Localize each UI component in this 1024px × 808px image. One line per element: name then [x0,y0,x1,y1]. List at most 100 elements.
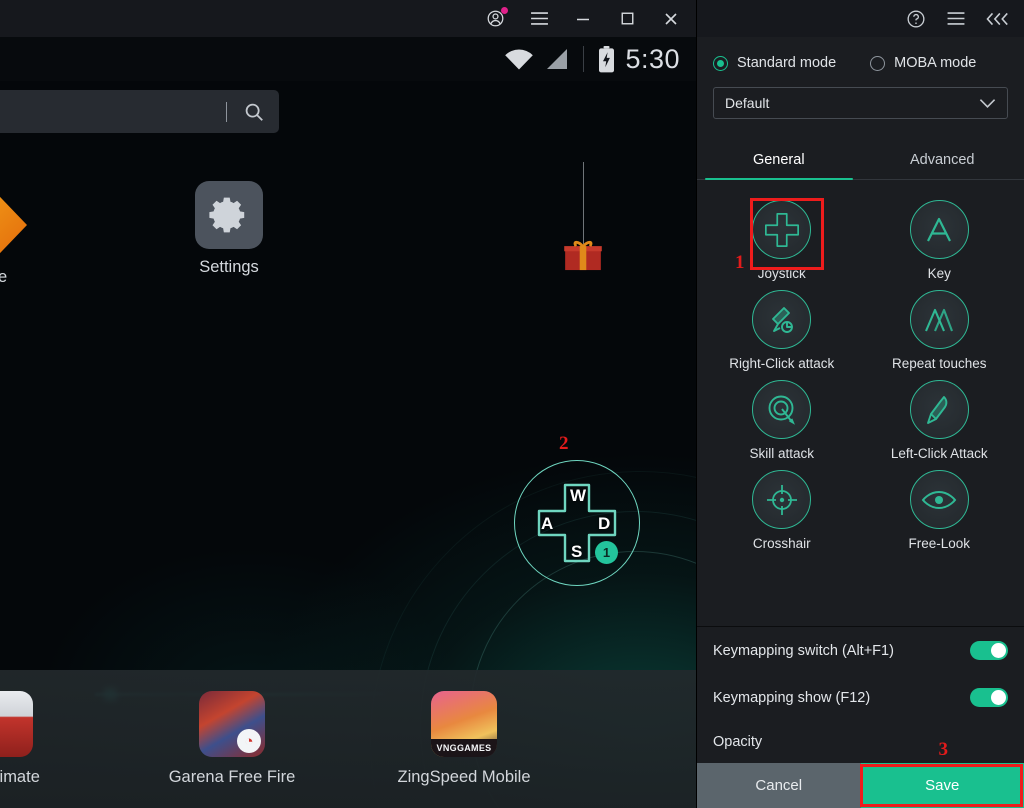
control-skill-attack[interactable]: Skill attack [703,376,861,463]
setting-opacity: Opacity [713,721,1008,763]
control-label: Crosshair [703,536,861,551]
joystick-key-right: D [598,514,610,534]
minimize-icon[interactable] [572,8,594,30]
app-label: tore [0,268,58,287]
app-dock: r : Ultimate ◔ Garena Free Fire VNGGAMES… [0,670,696,808]
profile-select[interactable]: Default [713,87,1008,119]
hamburger-menu-icon[interactable] [946,11,966,26]
gear-icon [195,181,263,249]
control-type-grid: 1 Joystick Key [697,180,1024,626]
home-search-bar[interactable] [0,90,279,133]
panel-header [697,0,1024,37]
keymapping-panel: Standard mode MOBA mode Default General … [696,0,1024,808]
radio-dot-icon [870,56,885,71]
panel-body: Standard mode MOBA mode Default General … [697,37,1024,808]
search-icon[interactable] [243,101,265,123]
notification-badge-dot [501,7,508,14]
control-label: Repeat touches [861,356,1019,371]
crosshair-icon [752,470,811,529]
control-label: Right-Click attack [703,356,861,371]
control-crosshair[interactable]: Crosshair [703,466,861,553]
search-divider [226,102,227,122]
letter-a-key-icon [910,200,969,259]
window-titlebar [0,0,696,37]
joystick-overlay[interactable]: W A D S 1 [514,460,640,586]
toggle-keymapping-switch[interactable] [970,641,1008,660]
joystick-key-left: A [541,514,553,534]
control-joystick[interactable]: 1 Joystick [703,196,861,283]
right-click-attack-icon [752,290,811,349]
joystick-key-down: S [571,542,582,562]
annotation-number-3: 3 [939,739,949,761]
gift-hanging-line [583,162,584,244]
dock-label: Garena Free Fire [116,768,348,787]
panel-footer: Cancel Save 3 [697,763,1024,808]
tab-general[interactable]: General [697,143,861,179]
radio-standard-mode[interactable]: Standard mode [713,55,836,71]
control-label: Free-Look [861,536,1019,551]
help-circle-icon[interactable] [906,9,926,29]
android-home-screen: tore Settings 2 [0,81,696,808]
panel-tabs: General Advanced [697,143,1024,180]
app-label: Settings [164,258,294,277]
radio-dot-icon [713,56,728,71]
zingspeed-mobile-icon: VNGGAMES [431,691,497,757]
status-clock: 5:30 [625,44,680,75]
emulator-viewport: 5:30 tore [0,0,696,808]
chevron-down-icon [979,98,996,109]
dock-item-freefire[interactable]: ◔ Garena Free Fire [116,691,348,787]
save-button[interactable]: Save [861,763,1024,808]
close-icon[interactable] [660,8,682,30]
dock-label: r : Ultimate [0,768,116,787]
gift-box-icon[interactable] [564,240,602,271]
dock-label: ZingSpeed Mobile [348,768,580,787]
battery-charging-icon [598,46,615,73]
radio-label: MOBA mode [894,55,976,71]
app-icon-settings[interactable]: Settings [164,181,294,277]
wifi-icon [504,48,534,71]
dpad-joystick-icon [752,200,811,259]
play-store-icon [0,191,27,259]
annotation-number-2: 2 [559,433,569,455]
toggle-keymapping-show[interactable] [970,688,1008,707]
bus-simulator-icon [0,691,33,757]
control-left-click-attack[interactable]: Left-Click Attack [861,376,1019,463]
dock-item-bus[interactable]: r : Ultimate [0,691,116,787]
account-avatar-icon[interactable] [484,8,506,30]
control-label: Key [861,266,1019,281]
dock-item-zingspeed[interactable]: VNGGAMES ZingSpeed Mobile [348,691,580,787]
skill-attack-icon [752,380,811,439]
repeat-touches-icon [910,290,969,349]
joystick-badge: 1 [595,541,618,564]
control-label: Joystick [703,266,861,281]
control-right-click-attack[interactable]: Right-Click attack [703,286,861,373]
app-root: 5:30 tore [0,0,1024,808]
setting-keymapping-switch: Keymapping switch (Alt+F1) [713,627,1008,674]
control-key[interactable]: Key [861,196,1019,283]
eye-free-look-icon [910,470,969,529]
mode-selector: Standard mode MOBA mode [697,37,1024,71]
setting-label: Keymapping show (F12) [713,690,870,706]
app-icon-store[interactable]: tore [0,191,58,287]
setting-label: Keymapping switch (Alt+F1) [713,643,894,659]
control-repeat-touches[interactable]: Repeat touches [861,286,1019,373]
garena-free-fire-icon: ◔ [199,691,265,757]
joystick-key-up: W [570,486,586,506]
cancel-button[interactable]: Cancel [697,763,861,808]
panel-settings: Keymapping switch (Alt+F1) Keymapping sh… [697,626,1024,763]
profile-select-value: Default [725,95,769,111]
control-free-look[interactable]: Free-Look [861,466,1019,553]
hamburger-menu-icon[interactable] [528,8,550,30]
android-status-bar: 5:30 [0,37,696,81]
control-label: Left-Click Attack [861,446,1019,461]
control-label: Skill attack [703,446,861,461]
left-click-attack-icon [910,380,969,439]
maximize-icon[interactable] [616,8,638,30]
opacity-label: Opacity [713,734,762,750]
statusbar-divider [583,46,584,72]
radio-moba-mode[interactable]: MOBA mode [870,55,976,71]
cellular-signal-icon [544,48,569,71]
chevrons-left-icon[interactable] [986,12,1010,26]
annotation-number-1: 1 [735,252,745,274]
tab-advanced[interactable]: Advanced [861,143,1024,179]
